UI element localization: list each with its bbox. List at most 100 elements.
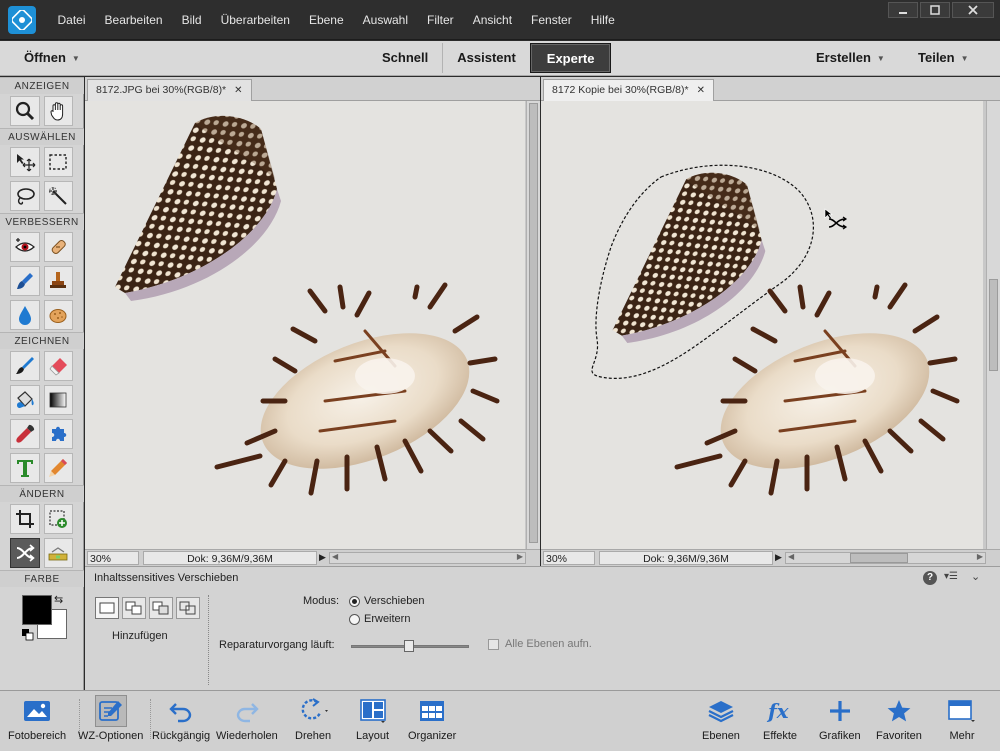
image-canvas[interactable] [541,101,983,549]
blur-tool[interactable] [10,300,40,330]
subtract-selection-mode-button[interactable] [149,597,173,619]
collapse-chevron-icon[interactable]: ⌄ [971,570,980,583]
modus-option-label: Erweitern [364,613,411,625]
panel-bin-bar: Fotobereich WZ-Optionen Rückgängig Wiede… [0,690,1000,751]
radio-verschieben[interactable] [349,595,360,607]
horizontal-scrollbar[interactable]: ◀ ▶ [785,552,986,564]
smart-brush-tool[interactable] [10,266,40,296]
redo-button[interactable]: Wiederholen [216,695,278,742]
tab-assistent[interactable]: Assistent [442,43,530,73]
clone-stamp-tool[interactable] [43,266,73,296]
scroll-right-icon[interactable]: ▶ [977,552,983,561]
type-tool[interactable] [10,453,40,483]
eraser-tool[interactable] [43,351,73,381]
horizontal-scrollbar[interactable]: ◀ ▶ [329,552,526,564]
open-menu-button[interactable]: Öffnen ▼ [24,41,80,76]
menu-datei[interactable]: Datei [48,0,95,40]
menu-fenster[interactable]: Fenster [522,0,582,40]
marquee-tool[interactable] [43,147,73,177]
document-size-info: Dok: 9,36M/9,36M [143,551,317,565]
play-arrow-icon[interactable]: ▶ [319,552,326,563]
radio-erweitern[interactable] [349,613,360,625]
pencil-tool[interactable] [43,453,73,483]
layout-button[interactable]: Layout [356,695,389,742]
fotobereich-button[interactable]: Fotobereich [8,695,66,742]
more-panels-icon [948,700,975,722]
add-selection-mode-button[interactable] [122,597,146,619]
crop-tool[interactable] [10,504,40,534]
zoom-level-field[interactable]: 30% [543,551,595,565]
menu-auswahl[interactable]: Auswahl [353,0,417,40]
minimize-button[interactable] [888,2,918,18]
scroll-left-icon[interactable]: ◀ [788,552,794,561]
share-menu-button[interactable]: Teilen ▼ [918,41,969,76]
doc-tab-copy[interactable]: 8172 Kopie bei 30%(RGB/8)* ✕ [543,79,714,101]
spot-healing-brush-tool[interactable] [43,232,73,262]
rotate-button[interactable]: Drehen [295,695,331,742]
custom-shape-tool[interactable] [43,419,73,449]
new-selection-mode-button[interactable] [95,597,119,619]
modus-erweitern-option[interactable]: Erweitern [349,613,410,625]
content-aware-move-tool[interactable] [10,538,40,568]
gradient-tool[interactable] [43,385,73,415]
menu-bearbeiten[interactable]: Bearbeiten [95,0,172,40]
scroll-left-icon[interactable]: ◀ [332,552,338,561]
zoom-level-field[interactable]: 30% [87,551,139,565]
quick-selection-tool[interactable] [43,181,73,211]
paint-bucket-tool[interactable] [10,385,40,415]
menu-hilfe[interactable]: Hilfe [581,0,624,40]
lasso-tool[interactable] [10,181,40,211]
effects-button[interactable]: fx Effekte [763,695,797,742]
play-arrow-icon[interactable]: ▶ [775,552,782,563]
menu-ueberarbeiten[interactable]: Überarbeiten [211,0,299,40]
all-layers-option[interactable]: Alle Ebenen aufn. [488,638,592,650]
close-tab-icon[interactable]: ✕ [234,85,242,96]
bottom-label: Wiederholen [216,730,278,742]
slider-thumb[interactable] [404,640,414,652]
help-icon[interactable]: ? [923,571,937,585]
modus-verschieben-option[interactable]: Verschieben [349,595,425,607]
eyedropper-tool[interactable] [10,419,40,449]
vertical-scrollbar[interactable] [986,101,1000,549]
layers-button[interactable]: Ebenen [702,695,740,742]
menu-ansicht[interactable]: Ansicht [463,0,521,40]
straighten-tool[interactable] [43,538,73,568]
menu-bild[interactable]: Bild [172,0,211,40]
panel-menu-icon[interactable]: ▾☰ [944,571,958,582]
organizer-button[interactable]: Organizer [408,695,456,742]
vertical-scrollbar[interactable] [526,101,540,549]
close-window-button[interactable] [952,2,994,18]
sponge-tool[interactable] [43,300,73,330]
menu-ebene[interactable]: Ebene [299,0,353,40]
maximize-button[interactable] [920,2,950,18]
doc-tab-original[interactable]: 8172.JPG bei 30%(RGB/8)* ✕ [87,79,252,101]
chevron-down-icon: ▼ [960,54,969,64]
more-button[interactable]: Mehr [946,695,978,742]
intersect-selection-mode-button[interactable] [176,597,200,619]
close-tab-icon[interactable]: ✕ [697,85,705,96]
undo-button[interactable]: Rückgängig [152,695,210,742]
bottom-label: WZ-Optionen [78,730,144,742]
crop-icon [15,510,34,528]
straighten-level-icon [48,547,68,561]
tab-schnell[interactable]: Schnell [368,43,442,73]
brush-tool[interactable] [10,351,40,381]
image-canvas[interactable] [85,101,525,549]
swap-colors-icon[interactable]: ⇆ [54,593,63,606]
tab-experte[interactable]: Experte [529,43,612,73]
all-layers-checkbox[interactable] [488,638,499,650]
menu-filter[interactable]: Filter [418,0,464,40]
zoom-tool[interactable] [10,96,40,126]
hand-tool[interactable] [43,96,73,126]
favorites-button[interactable]: Favoriten [876,695,922,742]
default-colors-icon[interactable] [22,629,34,641]
foreground-color-swatch[interactable] [22,595,52,625]
recompose-tool[interactable] [43,504,73,534]
wz-optionen-button[interactable]: WZ-Optionen [78,695,143,742]
scroll-right-icon[interactable]: ▶ [517,552,523,561]
red-eye-tool[interactable] [10,232,40,262]
create-menu-button[interactable]: Erstellen ▼ [816,41,885,76]
move-tool[interactable] [10,147,40,177]
repair-slider[interactable] [351,640,469,652]
graphics-button[interactable]: Grafiken [819,695,861,742]
